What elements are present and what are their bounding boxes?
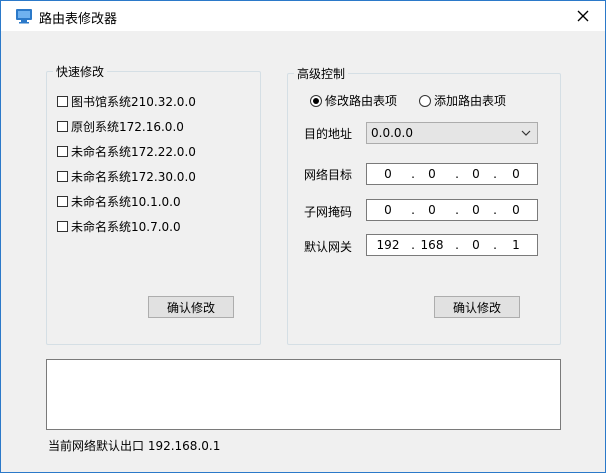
dest-address-dropdown[interactable]: 0.0.0.0 xyxy=(366,122,538,144)
radio-button[interactable] xyxy=(310,94,322,107)
window-title: 路由表修改器 xyxy=(39,12,118,27)
quick-item-3[interactable]: 未命名系统172.30.0.0 xyxy=(57,167,196,185)
ip-octet: 0 xyxy=(428,203,436,217)
quick-item-label: 未命名系统10.7.0.0 xyxy=(71,219,181,234)
quick-item-2[interactable]: 未命名系统172.22.0.0 xyxy=(57,142,196,160)
checkbox[interactable] xyxy=(57,145,68,157)
ip-dot: . xyxy=(411,167,415,181)
radio-button[interactable] xyxy=(419,94,431,107)
quick-item-1[interactable]: 原创系统172.16.0.0 xyxy=(57,117,184,135)
ip-dot: . xyxy=(493,238,497,252)
quick-item-label: 未命名系统172.30.0.0 xyxy=(71,169,196,184)
close-icon xyxy=(577,10,589,22)
quick-item-4[interactable]: 未命名系统10.1.0.0 xyxy=(57,192,181,210)
mode-add-radio[interactable]: 添加路由表项 xyxy=(419,92,506,109)
ip-octet: 0 xyxy=(384,167,392,181)
subnet-mask-label: 子网掩码 xyxy=(304,205,353,219)
ip-dot: . xyxy=(455,203,459,217)
quick-modify-group: 快速修改 图书馆系统210.32.0.0 原创系统172.16.0.0 未命名系… xyxy=(46,63,261,345)
checkbox[interactable] xyxy=(57,170,68,182)
quick-modify-legend: 快速修改 xyxy=(53,63,108,80)
dest-address-value: 0.0.0.0 xyxy=(371,126,413,140)
default-gateway-input[interactable]: 192 . 168 . 0 . 1 xyxy=(366,234,538,256)
chevron-down-icon xyxy=(521,130,531,136)
mode-add-label: 添加路由表项 xyxy=(434,94,507,108)
quick-item-label: 原创系统172.16.0.0 xyxy=(71,119,184,134)
ip-octet: 1 xyxy=(512,238,520,252)
network-target-label: 网络目标 xyxy=(304,168,353,182)
mode-modify-radio[interactable]: 修改路由表项 xyxy=(310,92,397,109)
quick-item-5[interactable]: 未命名系统10.7.0.0 xyxy=(57,217,181,235)
title-bar: 路由表修改器 xyxy=(1,1,605,31)
checkbox[interactable] xyxy=(57,120,68,132)
ip-octet: 0 xyxy=(428,167,436,181)
ip-dot: . xyxy=(455,238,459,252)
ip-octet: 0 xyxy=(472,238,480,252)
ip-dot: . xyxy=(493,203,497,217)
app-icon xyxy=(16,9,32,24)
checkbox[interactable] xyxy=(57,95,68,107)
ip-octet: 0 xyxy=(512,203,520,217)
ip-dot: . xyxy=(493,167,497,181)
quick-item-0[interactable]: 图书馆系统210.32.0.0 xyxy=(57,92,196,110)
subnet-mask-input[interactable]: 0 . 0 . 0 . 0 xyxy=(366,199,538,221)
ip-octet: 168 xyxy=(420,238,444,252)
checkbox[interactable] xyxy=(57,195,68,207)
ip-dot: . xyxy=(411,203,415,217)
output-textarea[interactable] xyxy=(46,359,561,430)
default-gateway-label: 默认网关 xyxy=(304,240,353,254)
ip-dot: . xyxy=(411,238,415,252)
quick-item-label: 未命名系统10.1.0.0 xyxy=(71,194,181,209)
mode-modify-label: 修改路由表项 xyxy=(325,94,398,108)
ip-octet: 0 xyxy=(472,203,480,217)
status-text: 当前网络默认出口 192.168.0.1 xyxy=(48,439,221,453)
advanced-confirm-button[interactable]: 确认修改 xyxy=(434,296,520,318)
checkbox[interactable] xyxy=(57,220,68,232)
router-table-editor-window: 路由表修改器 快速修改 图书馆系统210.32.0.0 原创系统172.16.0… xyxy=(0,0,606,473)
quick-item-label: 未命名系统172.22.0.0 xyxy=(71,144,196,159)
advanced-control-legend: 高级控制 xyxy=(294,65,349,82)
ip-octet: 192 xyxy=(376,238,400,252)
advanced-control-group: 高级控制 修改路由表项 添加路由表项 目的地址 0.0.0.0 网络目标 0 .… xyxy=(287,65,561,345)
ip-octet: 0 xyxy=(472,167,480,181)
dest-label: 目的地址 xyxy=(304,127,353,141)
ip-octet: 0 xyxy=(384,203,392,217)
quick-confirm-button[interactable]: 确认修改 xyxy=(148,296,234,318)
quick-item-label: 图书馆系统210.32.0.0 xyxy=(71,94,196,109)
ip-octet: 0 xyxy=(512,167,520,181)
ip-dot: . xyxy=(455,167,459,181)
network-target-input[interactable]: 0 . 0 . 0 . 0 xyxy=(366,163,538,185)
close-button[interactable] xyxy=(561,1,605,31)
